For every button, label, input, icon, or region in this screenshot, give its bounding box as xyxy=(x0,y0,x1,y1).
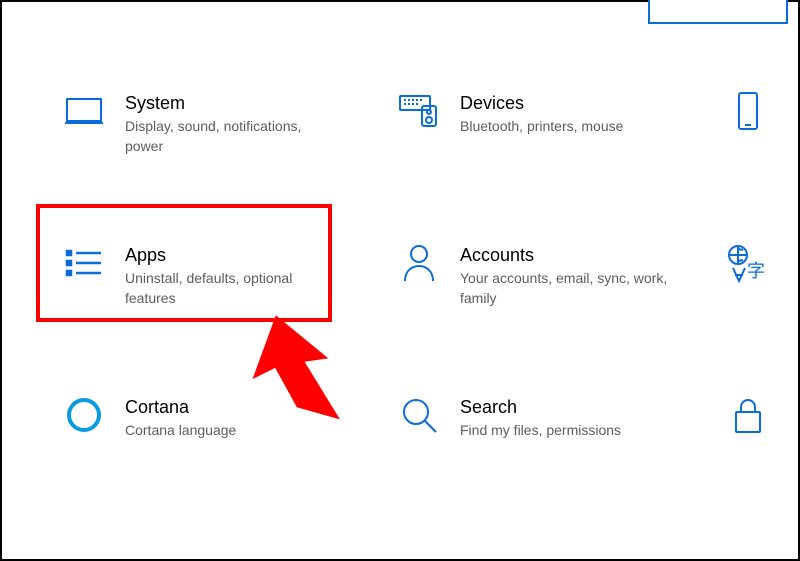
tile-system[interactable]: System Display, sound, notifications, po… xyxy=(57,82,392,176)
tile-subtitle: Uninstall, defaults, optional features xyxy=(125,268,335,308)
tile-title: Search xyxy=(460,396,621,418)
tile-title: Devices xyxy=(460,92,623,114)
tile-language[interactable]: 字 xyxy=(727,234,797,328)
tile-title: Apps xyxy=(125,244,335,266)
tile-text: System Display, sound, notifications, po… xyxy=(125,90,335,156)
lock-icon xyxy=(727,394,769,436)
accounts-icon xyxy=(398,242,440,284)
tile-search[interactable]: Search Find my files, permissions xyxy=(392,386,727,460)
tile-subtitle: Display, sound, notifications, power xyxy=(125,116,335,156)
apps-icon xyxy=(63,242,105,284)
tile-subtitle: Your accounts, email, sync, work, family xyxy=(460,268,670,308)
tile-text: Cortana Cortana language xyxy=(125,394,236,440)
system-icon xyxy=(63,90,105,132)
tile-title: System xyxy=(125,92,335,114)
settings-row: Apps Uninstall, defaults, optional featu… xyxy=(57,234,798,328)
tile-subtitle: Bluetooth, printers, mouse xyxy=(460,116,623,136)
tile-text: Accounts Your accounts, email, sync, wor… xyxy=(460,242,670,308)
search-icon xyxy=(398,394,440,436)
tile-text: Devices Bluetooth, printers, mouse xyxy=(460,90,623,136)
tile-devices[interactable]: Devices Bluetooth, printers, mouse xyxy=(392,82,727,176)
tile-apps[interactable]: Apps Uninstall, defaults, optional featu… xyxy=(57,234,392,328)
tile-privacy[interactable] xyxy=(727,386,797,460)
settings-row: Cortana Cortana language Search Find my … xyxy=(57,386,798,460)
phone-icon xyxy=(727,90,769,132)
tile-subtitle: Cortana language xyxy=(125,420,236,440)
tile-title: Accounts xyxy=(460,244,670,266)
tile-text: Apps Uninstall, defaults, optional featu… xyxy=(125,242,335,308)
tile-phone[interactable] xyxy=(727,82,797,176)
settings-row: System Display, sound, notifications, po… xyxy=(57,82,798,176)
devices-icon xyxy=(398,90,440,132)
tile-accounts[interactable]: Accounts Your accounts, email, sync, wor… xyxy=(392,234,727,328)
language-icon: 字 xyxy=(727,242,769,284)
tile-cortana[interactable]: Cortana Cortana language xyxy=(57,386,392,460)
svg-text:字: 字 xyxy=(747,261,765,281)
tile-title: Cortana xyxy=(125,396,236,418)
tile-text: Search Find my files, permissions xyxy=(460,394,621,440)
tile-subtitle: Find my files, permissions xyxy=(460,420,621,440)
search-input[interactable] xyxy=(648,0,788,24)
cortana-icon xyxy=(63,394,105,436)
settings-grid: System Display, sound, notifications, po… xyxy=(2,82,798,518)
